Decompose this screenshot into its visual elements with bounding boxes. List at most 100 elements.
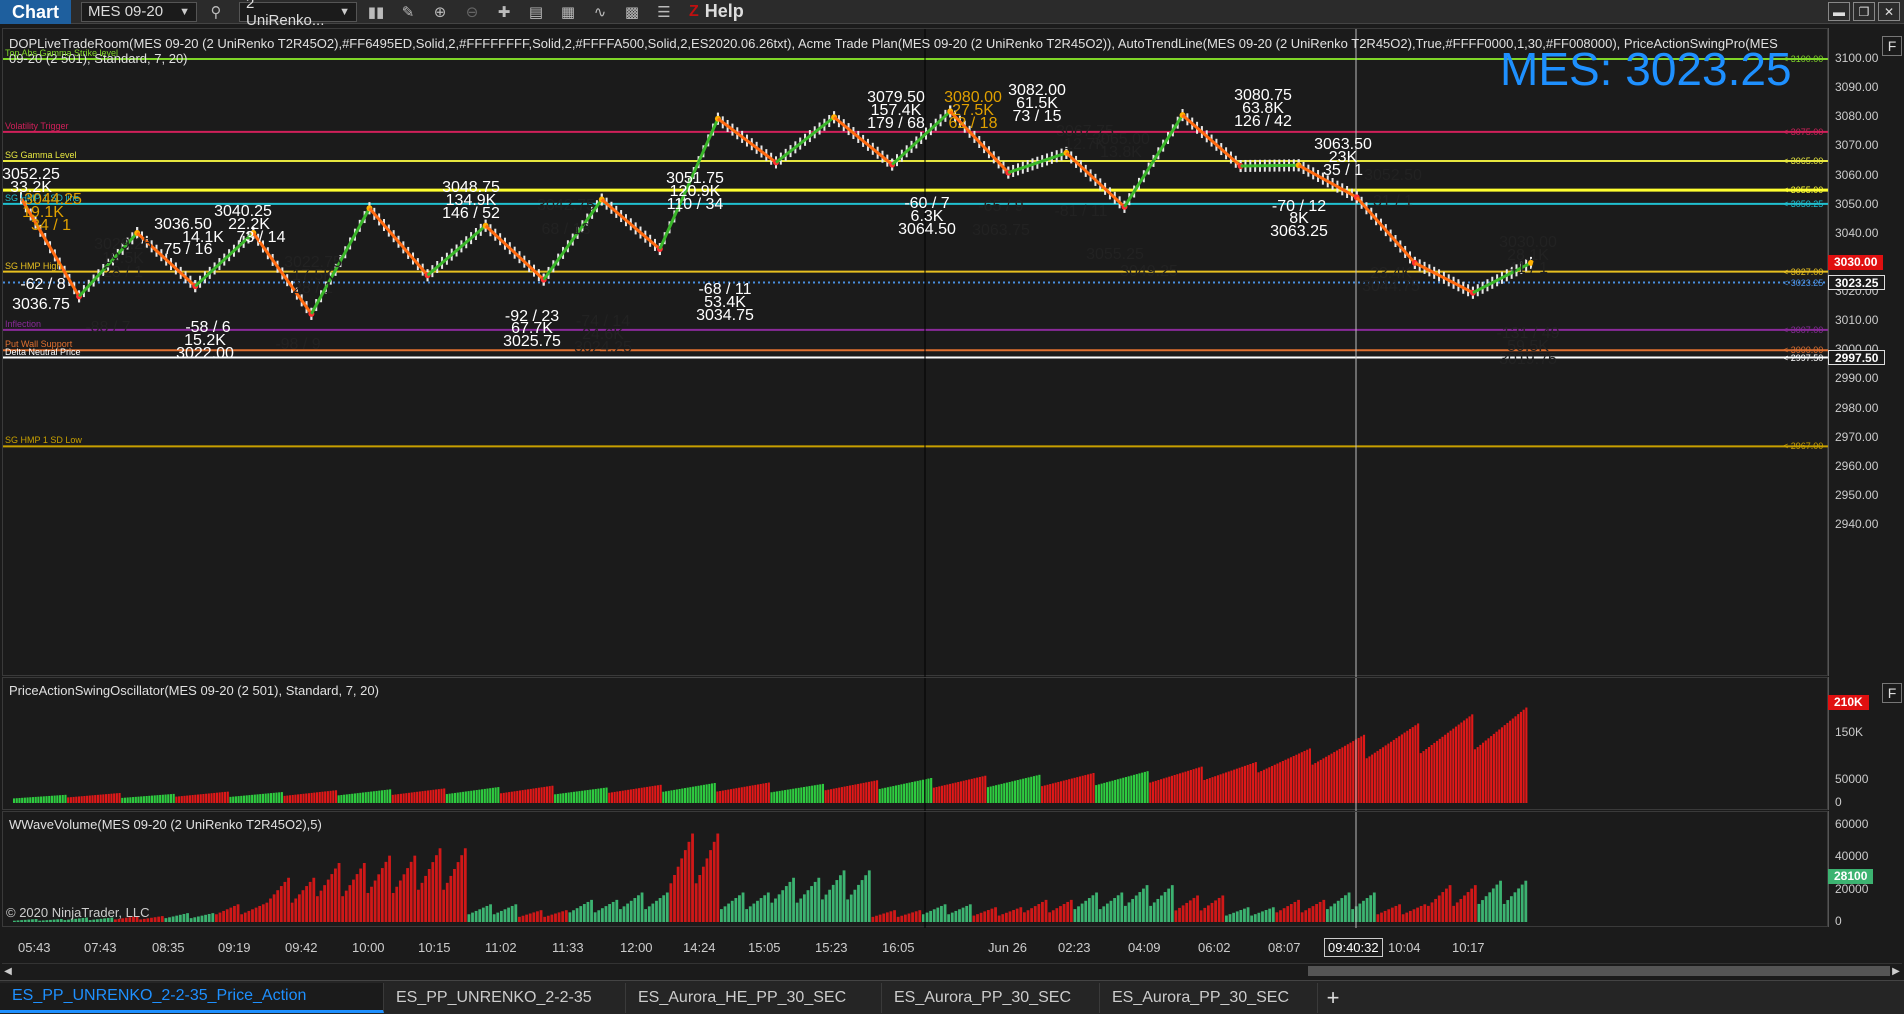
chart-tab[interactable]: ES_PP_UNRENKO_2-2-35_Price_Action <box>0 982 384 1013</box>
properties-icon[interactable]: ☰ <box>651 1 677 23</box>
volume-bar <box>240 914 244 922</box>
oscillator-bar <box>1000 783 1003 803</box>
oscillator-bar <box>662 791 665 803</box>
volume-bar <box>1419 905 1423 922</box>
oscillator-f-button[interactable]: F <box>1882 683 1902 703</box>
oscillator-bar <box>407 792 411 803</box>
swing-label: 3042.75 <box>537 197 595 214</box>
oscillator-bar <box>1468 716 1471 803</box>
volume-bar <box>1307 908 1311 922</box>
chart-tab[interactable]: ES_Aurora_PP_30_SEC <box>1100 982 1318 1013</box>
time-axis-label: 11:02 <box>485 940 517 955</box>
volume-bar <box>1228 914 1232 922</box>
oscillator-bar <box>69 797 72 803</box>
oscillator-bar <box>1368 756 1371 803</box>
oscillator-bar <box>1197 767 1201 803</box>
oscillator-bar <box>751 785 754 803</box>
search-icon[interactable]: ⚲ <box>203 1 229 23</box>
bar-type-selector[interactable]: 2 UniRenko... ▼ <box>239 0 358 29</box>
oscillator-bar <box>1119 778 1122 803</box>
swing-label: 3036.75 <box>12 296 70 313</box>
price-axis-label: 2960.00 <box>1835 458 1879 473</box>
level-value: < 3065.00 <box>1783 155 1824 166</box>
chart-tab[interactable]: ES_Aurora_PP_30_SEC <box>882 982 1100 1013</box>
volume-bar <box>1524 880 1528 922</box>
oscillator-bar <box>586 790 589 803</box>
oscillator-bar <box>1057 781 1060 803</box>
oscillator-bar <box>889 786 892 803</box>
oscillator-bar <box>1143 771 1146 803</box>
volume-bar <box>38 920 42 922</box>
help-menu[interactable]: Help <box>705 1 744 22</box>
volume-bar <box>514 904 518 922</box>
oscillator-panel[interactable]: PriceActionSwingOscillator(MES 09-20 (2 … <box>2 677 1828 811</box>
volume-bar <box>748 906 752 922</box>
add-tab-button[interactable]: + <box>1318 985 1348 1011</box>
oscillator-bar <box>113 793 116 803</box>
volume-bar <box>218 912 222 922</box>
volume-bar <box>1037 904 1041 922</box>
price-axis-label: 2970.00 <box>1835 429 1879 444</box>
oscillator-bar <box>1184 771 1187 803</box>
volume-bar <box>608 904 611 922</box>
chart-trader-icon[interactable]: ▦ <box>555 1 581 23</box>
minimize-icon[interactable]: ▬ <box>1828 2 1850 21</box>
indicators-icon[interactable]: ∿ <box>587 1 613 23</box>
volume-bar <box>1506 900 1510 922</box>
volume-bar <box>485 905 489 922</box>
volume-bar <box>925 912 929 922</box>
scroll-left-icon[interactable]: ◀ <box>2 964 14 978</box>
drawing-tool-icon[interactable]: ✎ <box>395 1 421 23</box>
strategies-icon[interactable]: ▩ <box>619 1 645 23</box>
swing-label: 3052.50 <box>1364 167 1422 184</box>
volume-panel[interactable]: WWaveVolume(MES 09-20 (2 UniRenko T2R45O… <box>2 811 1828 928</box>
oscillator-bar <box>1433 742 1436 803</box>
volume-bar <box>150 917 153 922</box>
volume-bar <box>882 913 886 922</box>
oscillator-bar <box>1141 772 1144 803</box>
scroll-right-icon[interactable]: ▶ <box>1890 964 1902 978</box>
volume-bar <box>1405 912 1409 922</box>
oscillator-bar <box>337 795 340 803</box>
oscillator-bar <box>1425 749 1428 803</box>
oscillator-bar <box>1092 772 1095 803</box>
z-icon[interactable]: Z <box>689 3 699 21</box>
oscillator-bar <box>318 792 321 803</box>
oscillator-bar <box>919 780 922 803</box>
swing-label: 3055.25 <box>1086 246 1144 263</box>
oscillator-bar <box>1270 766 1274 803</box>
bar-style-icon[interactable]: ▮▮ <box>363 1 389 23</box>
volume-bar <box>503 909 507 922</box>
scroll-thumb[interactable] <box>1308 966 1890 976</box>
volume-bar <box>308 881 312 922</box>
oscillator-bar <box>196 794 200 803</box>
oscillator-bar <box>334 790 338 803</box>
price-panel[interactable]: DOPLiveTradeRoom(MES 09-20 (2 UniRenko T… <box>2 28 1829 677</box>
horizontal-scrollbar[interactable]: ◀ ▶ <box>2 963 1902 977</box>
oscillator-bar <box>537 787 540 803</box>
chart-tab-label: ES_Aurora_PP_30_SEC <box>1112 988 1289 1006</box>
oscillator-bar <box>343 794 346 803</box>
volume-bar <box>687 841 691 922</box>
oscillator-bar <box>832 788 835 803</box>
instrument-selector[interactable]: MES 09-20 ▼ <box>81 1 198 22</box>
oscillator-bar <box>302 793 305 803</box>
zoom-in-icon[interactable]: ⊕ <box>427 1 453 23</box>
oscillator-bar <box>121 797 124 803</box>
oscillator-bar <box>1303 750 1306 803</box>
chart-tab[interactable]: ES_PP_UNRENKO_2-2-35 <box>384 982 626 1013</box>
oscillator-bar <box>805 786 808 803</box>
volume-bar <box>1048 912 1052 922</box>
close-icon[interactable]: ✕ <box>1878 2 1900 21</box>
f-button[interactable]: F <box>1882 36 1902 56</box>
chart-tab[interactable]: ES_Aurora_HE_PP_30_SEC <box>626 982 882 1013</box>
oscillator-bar <box>432 789 435 803</box>
data-box-icon[interactable]: ▤ <box>523 1 549 23</box>
restore-icon[interactable]: ❐ <box>1853 2 1875 21</box>
crosshair-icon[interactable]: ✚ <box>491 1 517 23</box>
oscillator-bar <box>762 783 765 803</box>
volume-bar <box>269 898 272 922</box>
volume-bar <box>326 879 330 922</box>
zoom-out-icon[interactable]: ⊖ <box>459 1 485 23</box>
volume-bar <box>1134 895 1138 922</box>
